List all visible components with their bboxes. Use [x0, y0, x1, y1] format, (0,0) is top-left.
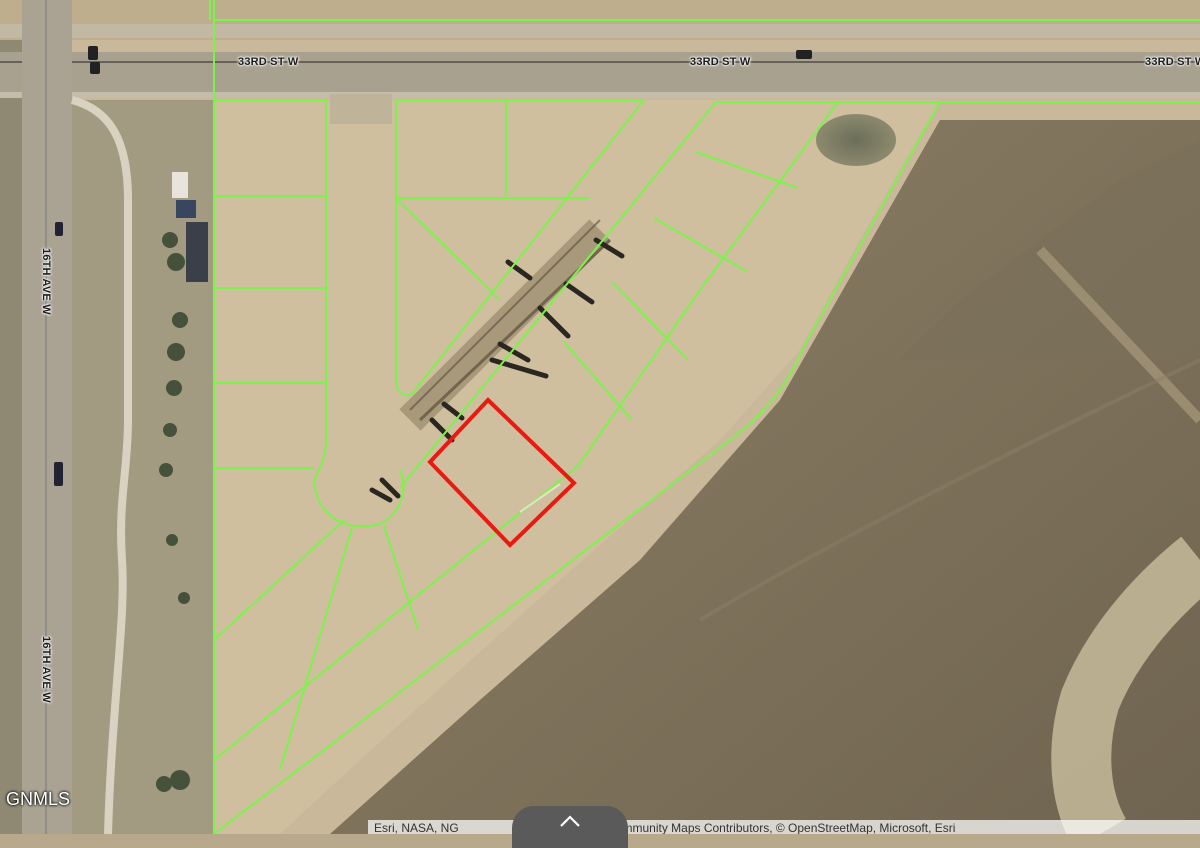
road-label-16th-ave-w: 16TH AVE W — [40, 248, 52, 315]
car-2 — [88, 46, 98, 60]
car-4 — [55, 222, 63, 236]
road-16th-ave — [22, 0, 72, 834]
car — [796, 50, 812, 59]
parked-vehicle — [186, 222, 208, 282]
road-label-33rd-st-w: 33RD ST W — [238, 56, 299, 68]
access-road — [330, 94, 392, 124]
building-2 — [176, 200, 196, 218]
road-curb — [0, 92, 1200, 98]
map-view[interactable]: 33RD ST W 33RD ST W 33RD ST W 16TH AVE W… — [0, 0, 1200, 848]
road-label-33rd-st-w: 33RD ST W — [690, 56, 751, 68]
grass-strip — [0, 0, 22, 834]
map-attribution: Esri, NASA, NG | Esri Community Maps Cont… — [368, 820, 1200, 834]
road-33rd-st — [0, 52, 1200, 94]
building — [172, 172, 188, 198]
collapse-panel-button[interactable] — [512, 806, 628, 848]
car-3 — [90, 62, 100, 74]
attribution-left: Esri, NASA, NG — [374, 821, 459, 834]
car-5 — [54, 462, 63, 486]
frontage-path — [0, 24, 1200, 38]
watermark-logo: GNMLS — [6, 789, 71, 809]
road-label-16th-ave-w: 16TH AVE W — [40, 636, 52, 703]
road-label-33rd-st-w: 33RD ST W — [1145, 56, 1200, 68]
map-canvas[interactable] — [0, 0, 1200, 834]
chevron-up-icon — [560, 815, 580, 827]
retention-pond — [816, 114, 896, 166]
attribution-right: | Esri Community Maps Contributors, © Op… — [576, 821, 956, 834]
